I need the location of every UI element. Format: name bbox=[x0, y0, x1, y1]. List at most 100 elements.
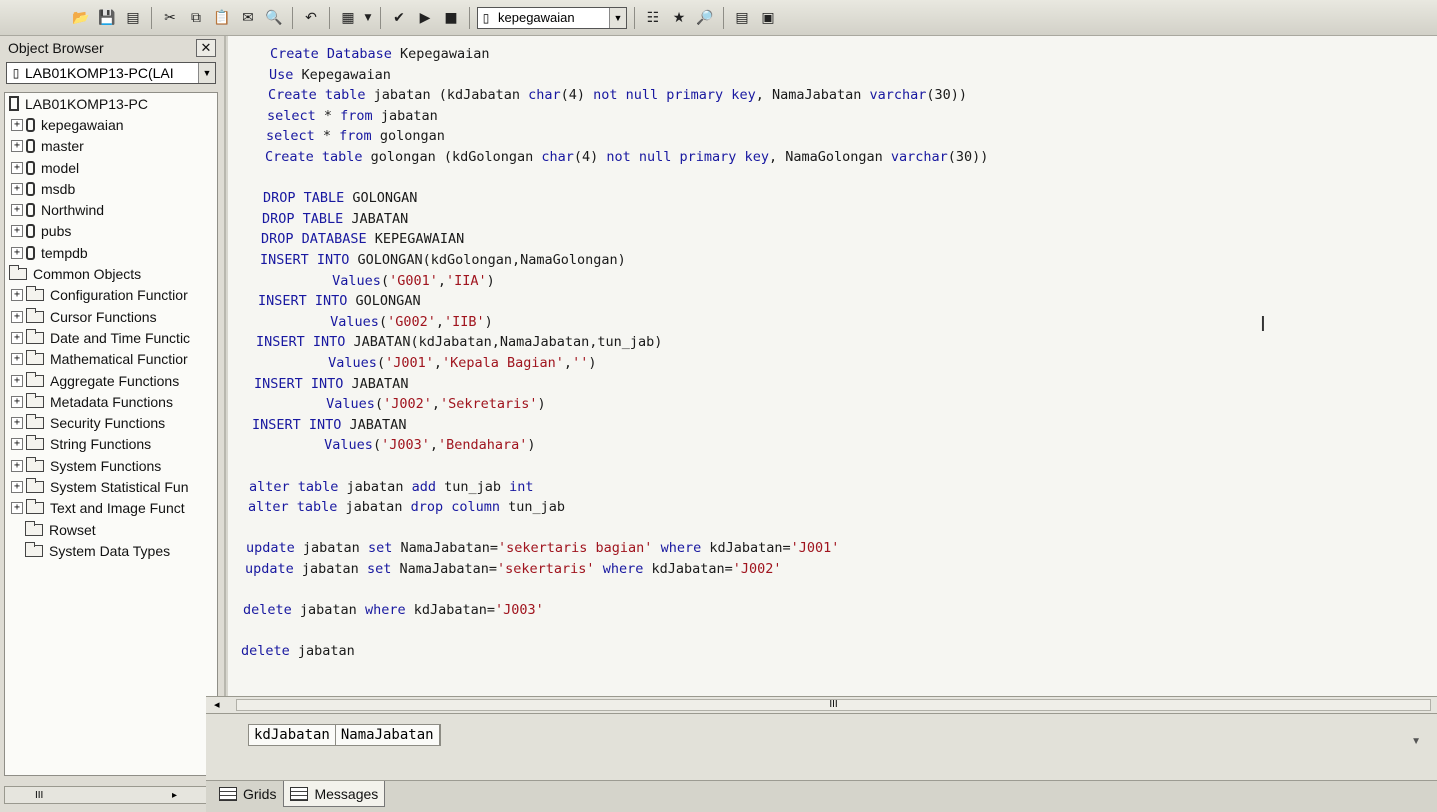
cut-icon[interactable]: ✂ bbox=[159, 7, 181, 29]
tree-item-label: Metadata Functions bbox=[50, 393, 173, 410]
save-all-icon[interactable]: ▤ bbox=[122, 7, 144, 29]
expand-plus-icon[interactable]: + bbox=[11, 502, 23, 515]
tree-item[interactable]: + tempdb bbox=[5, 242, 217, 263]
server-select[interactable]: ▯ LAB01KOMP13-PC(LAI ▼ bbox=[6, 62, 216, 84]
parse-check-icon[interactable]: ✔ bbox=[388, 7, 410, 29]
tree-item[interactable]: + Cursor Functions bbox=[5, 306, 217, 327]
toolbar: 📂 💾 ▤ ✂ ⧉ 📋 ✉ 🔍 ↶ ▦ ▼ ✔ ▶ ■ ▯ kepegawaia… bbox=[0, 0, 1437, 36]
database-icon bbox=[26, 139, 35, 154]
sql-keyword: Values bbox=[328, 355, 377, 371]
tree-item[interactable]: LAB01KOMP13-PC bbox=[5, 93, 217, 114]
code-line: INSERT INTO GOLONGAN bbox=[258, 293, 421, 309]
tree-item[interactable]: Rowset bbox=[5, 519, 217, 540]
expand-plus-icon[interactable]: + bbox=[11, 374, 23, 387]
tree-item[interactable]: + Date and Time Functic bbox=[5, 327, 217, 348]
scrollbar-thumb-grip[interactable]: III bbox=[35, 790, 43, 801]
tree-item[interactable]: + String Functions bbox=[5, 434, 217, 455]
tree-item[interactable]: + Security Functions bbox=[5, 412, 217, 433]
tree-item[interactable]: + Northwind bbox=[5, 199, 217, 220]
expand-plus-icon[interactable]: + bbox=[11, 480, 23, 493]
scrollbar-thumb[interactable]: III bbox=[236, 699, 1431, 711]
sql-string: 'IIA' bbox=[446, 272, 487, 289]
undo-icon[interactable]: ↶ bbox=[300, 7, 322, 29]
stop-icon[interactable]: ■ bbox=[440, 7, 462, 29]
scroll-right-arrow-icon[interactable]: ▸ bbox=[172, 790, 177, 801]
scroll-down-arrow-icon[interactable]: ▼ bbox=[1411, 736, 1421, 747]
sql-keyword: char bbox=[528, 87, 561, 104]
code-line: select * from jabatan bbox=[267, 108, 438, 124]
tree-item[interactable]: + System Statistical Fun bbox=[5, 476, 217, 497]
expand-plus-icon[interactable]: + bbox=[11, 459, 23, 472]
tree-item[interactable]: + Configuration Functior bbox=[5, 285, 217, 306]
sql-keyword: set bbox=[366, 561, 400, 577]
tree-item[interactable]: + kepegawaian bbox=[5, 114, 217, 135]
sql-keyword: INSERT INTO bbox=[252, 416, 350, 433]
results-mode-dropdown-icon[interactable]: ▼ bbox=[363, 7, 373, 29]
tree-item[interactable]: + Mathematical Functior bbox=[5, 349, 217, 370]
expand-plus-icon[interactable]: + bbox=[11, 246, 23, 259]
execution-plan-icon[interactable]: ☷ bbox=[642, 7, 664, 29]
tree-item[interactable]: + pubs bbox=[5, 221, 217, 242]
sql-keyword: Create table bbox=[265, 149, 371, 165]
expand-plus-icon[interactable]: + bbox=[11, 140, 23, 153]
chevron-down-icon[interactable]: ▼ bbox=[609, 7, 626, 28]
column-header[interactable]: NamaJabatan bbox=[336, 725, 440, 745]
expand-plus-icon[interactable]: + bbox=[11, 225, 23, 238]
search-objects-icon[interactable]: 🔎 bbox=[694, 7, 716, 29]
index-tuning-icon[interactable]: ★ bbox=[668, 7, 690, 29]
toolbar-separator bbox=[469, 6, 470, 29]
sql-text: (30)) bbox=[947, 149, 989, 165]
copy-icon[interactable]: ⧉ bbox=[185, 7, 207, 29]
query-editor[interactable]: Create Database Kepegawaian Use Kepegawai… bbox=[228, 36, 1437, 698]
expand-plus-icon[interactable]: + bbox=[11, 204, 23, 217]
close-icon[interactable]: ✕ bbox=[196, 39, 216, 57]
tree-item[interactable]: + Metadata Functions bbox=[5, 391, 217, 412]
open-folder-icon[interactable]: 📂 bbox=[70, 7, 92, 29]
find-icon[interactable]: 🔍 bbox=[263, 7, 285, 29]
tab-label: Grids bbox=[243, 786, 277, 802]
scroll-left-arrow-icon[interactable]: ◂ bbox=[214, 698, 220, 711]
tree-item[interactable]: + Text and Image Funct bbox=[5, 498, 217, 519]
tree-item[interactable]: + master bbox=[5, 136, 217, 157]
column-header[interactable]: kdJabatan bbox=[249, 725, 336, 745]
tree-item[interactable]: System Data Types bbox=[5, 540, 217, 561]
expand-plus-icon[interactable]: + bbox=[11, 353, 23, 366]
chevron-down-icon[interactable]: ▼ bbox=[198, 63, 215, 83]
results-pane-toggle-icon[interactable]: ▣ bbox=[757, 7, 779, 29]
save-icon[interactable]: 💾 bbox=[96, 7, 118, 29]
sql-keyword: Use bbox=[269, 66, 302, 83]
expand-plus-icon[interactable]: + bbox=[11, 118, 23, 131]
results-mode-icon[interactable]: ▦ bbox=[337, 7, 359, 29]
tab-grids[interactable]: Grids bbox=[212, 781, 283, 807]
database-select[interactable]: ▯ kepegawaian ▼ bbox=[477, 6, 627, 29]
object-tree[interactable]: LAB01KOMP13-PC + kepegawaian + master + model +… bbox=[4, 92, 218, 776]
expand-plus-icon[interactable]: + bbox=[11, 395, 23, 408]
tree-item-label: tempdb bbox=[41, 244, 88, 261]
expand-plus-icon[interactable]: + bbox=[11, 310, 23, 323]
editor-horizontal-scrollbar[interactable]: ◂ III bbox=[206, 696, 1437, 714]
object-browser-toggle-icon[interactable]: ▤ bbox=[731, 7, 753, 29]
sql-text: ) bbox=[527, 437, 536, 454]
tab-messages[interactable]: Messages bbox=[283, 781, 386, 807]
tree-item[interactable]: + model bbox=[5, 157, 217, 178]
expand-plus-icon[interactable]: + bbox=[11, 417, 23, 430]
expand-plus-icon[interactable]: + bbox=[11, 289, 23, 302]
expand-plus-icon[interactable]: + bbox=[11, 161, 23, 174]
expand-plus-icon[interactable]: + bbox=[11, 331, 23, 344]
expand-plus-icon[interactable]: + bbox=[11, 438, 23, 451]
code-line: Create table golongan (kdGolongan char(4… bbox=[265, 149, 988, 165]
expand-plus-icon[interactable]: + bbox=[11, 182, 23, 195]
tree-item[interactable]: Common Objects bbox=[5, 263, 217, 284]
tree-item[interactable]: + System Functions bbox=[5, 455, 217, 476]
clear-icon[interactable]: ✉ bbox=[237, 7, 259, 29]
code-line: Use Kepegawaian bbox=[269, 67, 391, 83]
sql-text: golongan bbox=[379, 128, 445, 145]
paste-icon[interactable]: 📋 bbox=[211, 7, 233, 29]
tree-item[interactable]: + msdb bbox=[5, 178, 217, 199]
sql-text: , bbox=[429, 437, 438, 454]
object-browser-scrollbar[interactable]: III ▸ bbox=[4, 786, 218, 804]
folder-icon bbox=[26, 499, 44, 515]
execute-icon[interactable]: ▶ bbox=[414, 7, 436, 29]
tree-item[interactable]: + Aggregate Functions bbox=[5, 370, 217, 391]
